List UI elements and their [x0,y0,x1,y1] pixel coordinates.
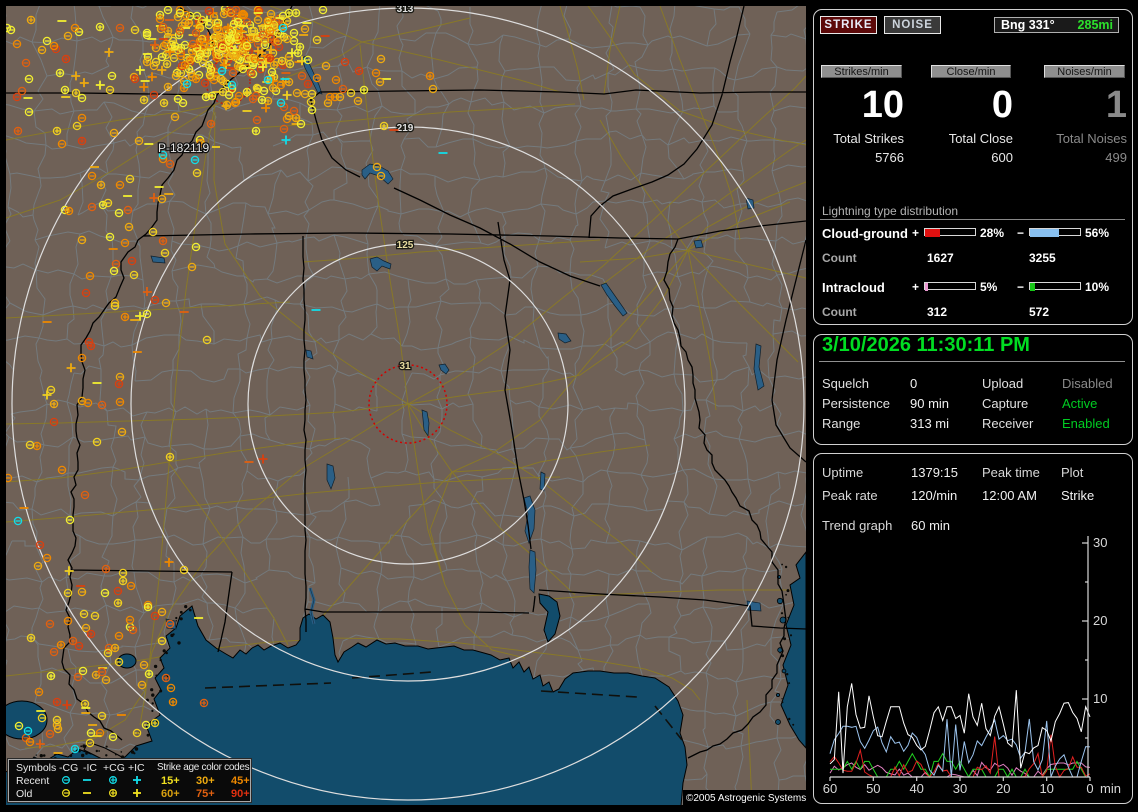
svg-text:40: 40 [909,781,923,796]
svg-text:10: 10 [1039,781,1053,796]
svg-text:30: 30 [953,781,967,796]
svg-text:20: 20 [1093,613,1107,628]
svg-text:60: 60 [823,781,837,796]
svg-text:30: 30 [1093,535,1107,550]
svg-text:min: min [1100,781,1121,796]
svg-text:50: 50 [866,781,880,796]
svg-text:0: 0 [1086,781,1093,796]
svg-text:20: 20 [996,781,1010,796]
svg-text:10: 10 [1093,691,1107,706]
